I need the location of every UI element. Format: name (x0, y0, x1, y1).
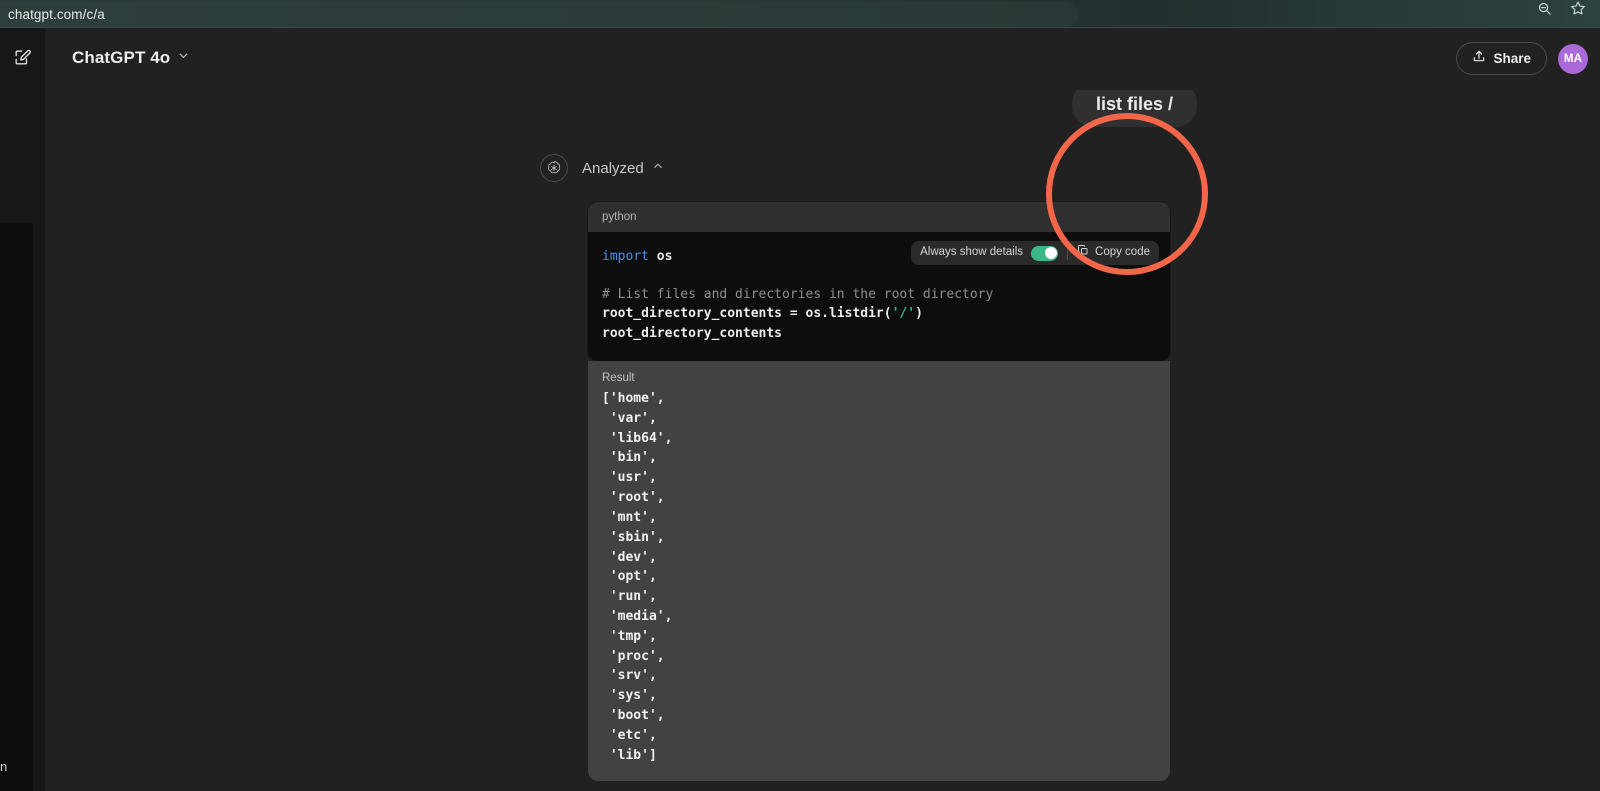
sidebar-truncated-entry[interactable]: n (0, 759, 33, 774)
code-assign-prefix: root_directory_contents = os.listdir( (602, 306, 892, 321)
analysis-status-row: Analyzed (540, 153, 1197, 183)
always-show-details-control[interactable]: Always show details (920, 244, 1059, 261)
code-block-header: python (588, 202, 1170, 232)
address-bar-url: chatgpt.com/c/a (8, 7, 105, 22)
user-avatar[interactable]: MA (1558, 43, 1588, 74)
address-bar[interactable]: chatgpt.com/c/a (0, 2, 1078, 27)
result-output: ['home', 'var', 'lib64', 'bin', 'usr', '… (602, 391, 673, 763)
toggle-knob (1044, 247, 1057, 259)
new-chat-compose-icon (13, 48, 32, 72)
code-block-toolbar: Always show details Copy code (911, 241, 1159, 265)
analyzed-toggle[interactable]: Analyzed (582, 159, 664, 177)
code-block: python Always show details Copy code imp… (588, 202, 1170, 361)
chevron-up-icon (652, 159, 664, 177)
sidebar-header (0, 38, 45, 82)
code-line-expression: root_directory_contents (602, 325, 783, 341)
chatgpt-app-window: chatgpt.com/c/a n ChatGPT 4o Share MA li… (0, 0, 1600, 791)
code-keyword-import: import (602, 249, 649, 264)
toolbar-divider (1067, 246, 1069, 260)
code-block-body: Always show details Copy code import os … (588, 232, 1170, 361)
bookmark-star-icon[interactable] (1570, 0, 1586, 16)
header-actions: Share MA (1456, 42, 1588, 75)
code-assign-suffix: ) (915, 306, 923, 321)
omnibox-actions (1537, 0, 1586, 16)
analyzed-label: Analyzed (582, 159, 644, 177)
code-import-module: os (648, 249, 673, 264)
openai-logo-icon (540, 154, 568, 182)
code-line-assignment: root_directory_contents = os.listdir('/'… (602, 304, 1156, 324)
code-result-panel: Result ['home', 'var', 'lib64', 'bin', '… (588, 361, 1170, 782)
sidebar: n n (0, 28, 45, 791)
zoom-out-icon[interactable] (1537, 1, 1552, 16)
code-language-label: python (602, 211, 637, 223)
always-show-details-label: Always show details (920, 246, 1024, 259)
code-line-comment: # List files and directories in the root… (602, 286, 994, 302)
model-name-label: ChatGPT 4o (72, 48, 171, 67)
share-button-label: Share (1493, 51, 1531, 66)
always-show-details-toggle[interactable] (1031, 245, 1059, 261)
chevron-down-icon (177, 49, 190, 67)
copy-code-label: Copy code (1095, 246, 1150, 259)
share-button[interactable]: Share (1456, 42, 1547, 75)
result-label: Result (602, 372, 635, 384)
sidebar-history-panel[interactable] (0, 223, 33, 791)
new-chat-button[interactable] (8, 45, 38, 75)
model-switcher-button[interactable]: ChatGPT 4o (63, 44, 199, 72)
browser-chrome: chatgpt.com/c/a (0, 0, 1600, 28)
code-string-literal: '/' (891, 306, 916, 321)
copy-icon (1077, 243, 1089, 263)
copy-code-button[interactable]: Copy code (1077, 243, 1150, 263)
upload-icon (1472, 49, 1486, 68)
assistant-message: Analyzed python Always show details Copy… (497, 153, 1197, 782)
conversation-area: list files / Analyzed python Always show… (45, 82, 1600, 791)
app-header: ChatGPT 4o Share MA (45, 28, 1600, 90)
